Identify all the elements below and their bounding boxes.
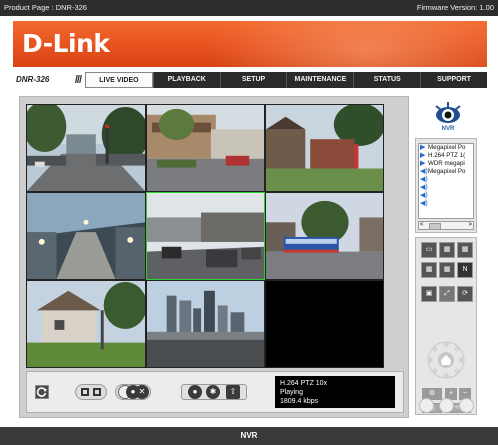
audio-video-toggle[interactable] — [75, 384, 107, 400]
side-panel: NVR ▶ Megapixel Po ▶ H.264 PTZ 1( ▶ WDR meg… — [413, 96, 481, 418]
stream-bitrate: 1809.4 kbps — [280, 398, 319, 405]
settings-gear-icon[interactable]: ✱ — [206, 385, 220, 399]
ptz-extra-1-icon[interactable] — [419, 398, 434, 413]
tab-setup[interactable]: SETUP — [219, 72, 287, 88]
video-cell-8[interactable] — [146, 280, 265, 368]
firmware-version: Firmware Version: 1.00 — [416, 3, 494, 12]
layout-n-button[interactable]: N — [457, 262, 473, 278]
speaker-icon: ◀) — [420, 168, 428, 175]
camera-list-item[interactable]: ◀)Megapixel Po — [419, 168, 473, 176]
play-icon: ▶ — [420, 152, 426, 159]
product-page-label: Product Page : DNR-326 — [4, 3, 87, 12]
snapshot-refresh-button[interactable] — [35, 385, 49, 399]
tab-support[interactable]: SUPPORT — [420, 72, 487, 88]
camera-list-item[interactable]: ◀) — [419, 192, 473, 200]
camera-list-item[interactable]: ▶ H.264 PTZ 1( — [419, 152, 473, 160]
stream-status: Playing — [280, 389, 303, 396]
scroll-right-arrow[interactable]: > — [468, 222, 472, 229]
speaker-icon: ◀) — [420, 184, 428, 191]
play-icon: ▶ — [420, 144, 426, 151]
playback-control-bar: ● ✕ ● ✱ ⇧ H.264 PTZ 10x Playing 1809.4 k… — [26, 371, 404, 413]
stream-camera-name: H.264 PTZ 10x — [280, 380, 328, 387]
camera-list-scrollbar[interactable]: < > — [418, 221, 474, 230]
layout-2x2-button[interactable]: ▦ — [439, 242, 455, 258]
tab-status[interactable]: STATUS — [353, 72, 420, 88]
video-grid — [26, 104, 384, 368]
live-video-panel: ● ✕ ● ✱ ⇧ H.264 PTZ 10x Playing 1809.4 k… — [19, 96, 409, 418]
video-cell-9-empty[interactable] — [265, 280, 384, 368]
tab-live-video[interactable]: LIVE VIDEO — [85, 72, 153, 88]
speaker-icon: ◀) — [420, 176, 428, 183]
view-control-panel: ▭ ▦ ▦ ▦ ▦ N ▣ ⤢ ⟳ ⚙ + − +/- — [415, 237, 477, 415]
camera-list-item[interactable]: ◀) — [419, 200, 473, 208]
stream-info-box: H.264 PTZ 10x Playing 1809.4 kbps — [275, 376, 395, 408]
scroll-left-arrow[interactable]: < — [420, 222, 424, 229]
fullscreen-icon[interactable]: ⤢ — [439, 286, 455, 302]
top-info-bar: Product Page : DNR-326 Firmware Version:… — [0, 0, 498, 16]
ptz-extra-buttons — [419, 398, 479, 414]
main-nav: DNR-326/// LIVE VIDEO PLAYBACK SETUP MAI… — [13, 72, 487, 88]
refresh-icon — [36, 387, 47, 397]
tab-playback[interactable]: PLAYBACK — [152, 72, 220, 88]
main-area: ● ✕ ● ✱ ⇧ H.264 PTZ 10x Playing 1809.4 k… — [13, 94, 487, 424]
play-icon: ▶ — [420, 160, 426, 167]
video-cell-4[interactable] — [26, 192, 146, 280]
speaker-icon: ◀) — [420, 200, 428, 207]
export-icon[interactable]: ⇧ — [226, 385, 240, 399]
camera-list-item[interactable]: ◀) — [419, 176, 473, 184]
layout-3x3-button[interactable]: ▦ — [457, 242, 473, 258]
ptz-extra-3-icon[interactable] — [459, 398, 474, 413]
video-cell-3[interactable] — [265, 104, 384, 192]
footer-label: NVR — [240, 431, 258, 440]
brand-banner: D-Link — [13, 21, 487, 67]
sequence-icon[interactable]: ⟳ — [457, 286, 473, 302]
dlink-logo: D-Link — [22, 29, 110, 58]
camera-list-item[interactable]: ▶ Megapixel Po — [419, 144, 473, 152]
model-label: DNR-326/// — [13, 72, 85, 88]
footer-bar: NVR — [0, 427, 498, 445]
speaker-icon: ◀) — [420, 192, 428, 199]
stream-options[interactable]: ● ✕ — [115, 384, 151, 400]
video-cell-5-selected[interactable] — [146, 192, 265, 280]
camera-list-item[interactable]: ▶ WDR megapi — [419, 160, 473, 168]
snapshot-view-button[interactable]: ▣ — [421, 286, 437, 302]
nvr-logo-label: NVR — [441, 126, 455, 132]
video-cell-1[interactable] — [26, 104, 146, 192]
camera-list-panel: ▶ Megapixel Po ▶ H.264 PTZ 1( ▶ WDR megapi … — [415, 138, 477, 233]
video-cell-2[interactable] — [146, 104, 265, 192]
video-cell-7[interactable] — [26, 280, 146, 368]
record-icon[interactable]: ● — [188, 385, 202, 399]
layout-1x1-button[interactable]: ▭ — [421, 242, 437, 258]
layout-4x4-button[interactable]: ▦ — [421, 262, 437, 278]
camera-list: ▶ Megapixel Po ▶ H.264 PTZ 1( ▶ WDR megapi … — [418, 143, 474, 219]
scroll-thumb[interactable] — [429, 223, 441, 230]
record-group: ● ✱ ⇧ — [181, 384, 247, 400]
ptz-control-pad[interactable] — [424, 338, 468, 382]
layout-5x5-button[interactable]: ▦ — [439, 262, 455, 278]
av-toggle-icon — [81, 388, 101, 396]
video-cell-6[interactable] — [265, 192, 384, 280]
stream-close-icon[interactable]: ✕ — [135, 385, 149, 399]
tab-maintenance[interactable]: MAINTENANCE — [286, 72, 353, 88]
camera-list-item[interactable]: ◀) — [419, 184, 473, 192]
ptz-extra-2-icon[interactable] — [439, 398, 454, 413]
